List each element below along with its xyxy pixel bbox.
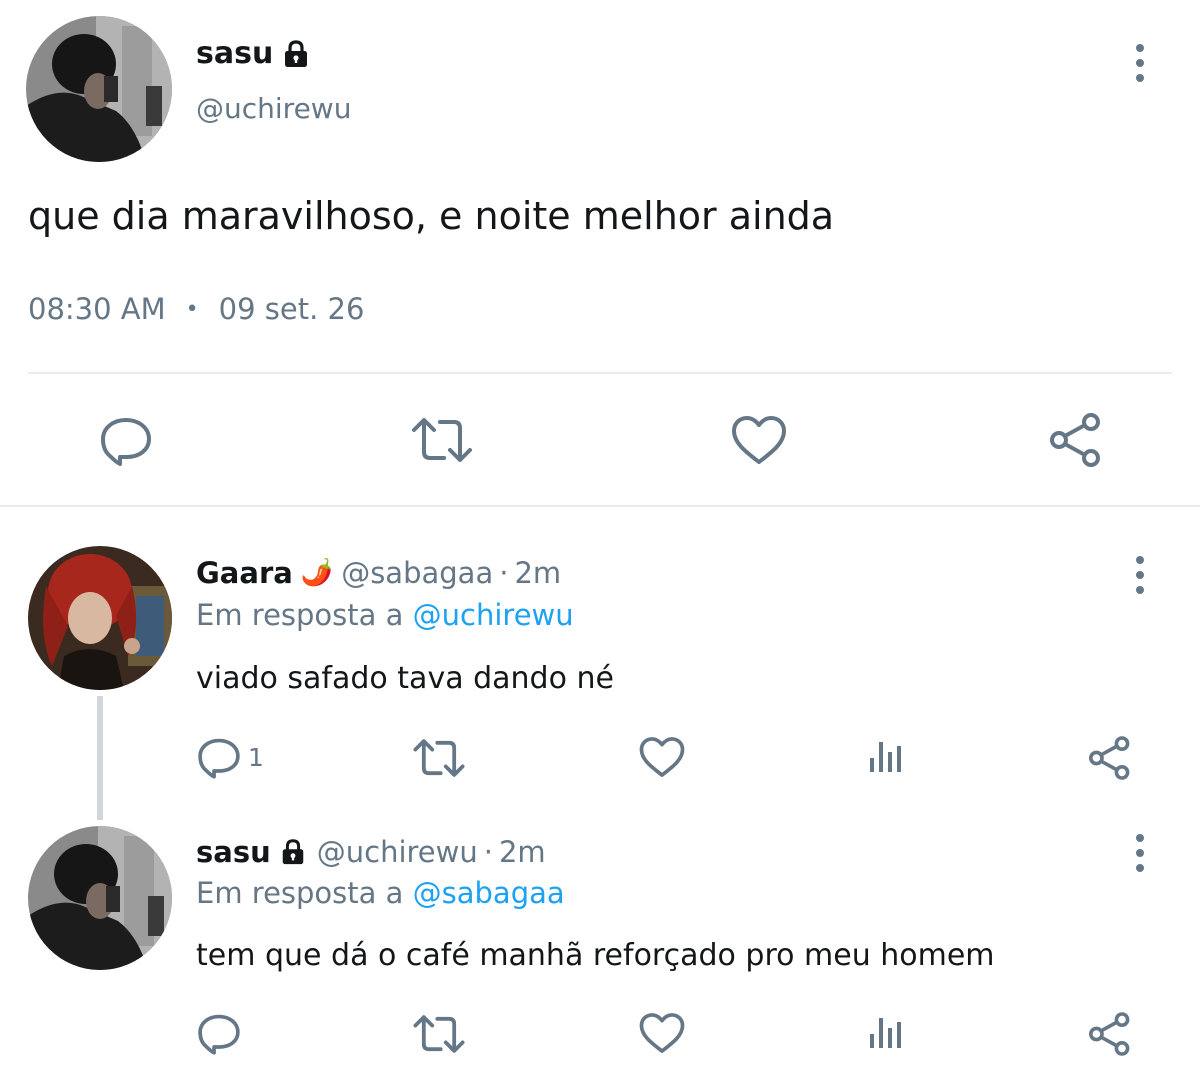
reply-context: Em resposta a [196, 876, 404, 910]
lock-icon [279, 838, 307, 866]
thread-line [97, 696, 103, 820]
author-handle[interactable]: @uchirewu [317, 835, 478, 869]
reply-icon [198, 1014, 240, 1055]
mention-link[interactable]: @uchirewu [413, 598, 574, 632]
reply-icon [198, 738, 240, 779]
lock-icon [281, 39, 311, 69]
more-options-button[interactable] [1128, 556, 1152, 594]
retweet-icon [413, 739, 465, 777]
tweet-date: 09 set. 26 [218, 292, 365, 326]
divider [28, 372, 1172, 374]
more-options-button[interactable] [1128, 834, 1152, 872]
chili-emoji: 🌶️ [300, 558, 334, 588]
analytics-button[interactable] [866, 1012, 906, 1052]
reply-context: Em resposta a [196, 598, 404, 632]
author-handle[interactable]: @uchirewu [196, 92, 351, 125]
like-icon [732, 416, 786, 464]
avatar[interactable] [28, 826, 172, 970]
like-button[interactable] [638, 734, 686, 780]
more-options-button[interactable] [1128, 44, 1152, 82]
avatar[interactable] [28, 546, 172, 690]
tweet-text: viado safado tava dando né [196, 661, 614, 696]
reply-count: 1 [248, 742, 264, 772]
retweet-icon [412, 418, 472, 462]
reply-time: 2m [498, 835, 546, 869]
avatar[interactable] [26, 16, 172, 162]
meta-separator: · [499, 556, 509, 590]
share-icon [1089, 736, 1130, 780]
like-icon [639, 737, 685, 777]
analytics-icon [870, 742, 901, 772]
section-divider [0, 505, 1200, 507]
like-button[interactable] [638, 1010, 686, 1056]
reply-time: 2m [514, 556, 562, 590]
author-name[interactable]: Gaara [196, 556, 293, 590]
analytics-icon [870, 1018, 901, 1048]
share-button[interactable] [1046, 410, 1106, 470]
like-icon [639, 1013, 685, 1053]
reply-button[interactable] [98, 412, 154, 468]
author-name[interactable]: sasu [196, 835, 271, 869]
share-icon [1089, 1012, 1130, 1056]
reply-button[interactable]: 1 [196, 734, 264, 780]
tweet-text: que dia maravilhoso, e noite melhor aind… [28, 194, 835, 238]
author-name[interactable]: sasu [196, 36, 273, 71]
analytics-button[interactable] [866, 736, 906, 776]
like-button[interactable] [730, 412, 788, 468]
meta-separator: · [483, 835, 493, 869]
retweet-button[interactable] [410, 412, 474, 468]
author-handle[interactable]: @sabagaa [341, 556, 493, 590]
meta-separator: • [185, 296, 199, 322]
tweet-time: 08:30 AM [28, 292, 166, 326]
reply-button[interactable] [196, 1010, 242, 1056]
retweet-button[interactable] [412, 734, 466, 782]
share-button[interactable] [1086, 1010, 1134, 1058]
retweet-button[interactable] [412, 1010, 466, 1058]
tweet-text: tem que dá o café manhã reforçado pro me… [196, 938, 995, 973]
mention-link[interactable]: @sabagaa [413, 876, 565, 910]
share-button[interactable] [1086, 734, 1134, 782]
share-icon [1050, 413, 1100, 467]
reply-icon [101, 418, 151, 466]
retweet-icon [413, 1015, 465, 1053]
